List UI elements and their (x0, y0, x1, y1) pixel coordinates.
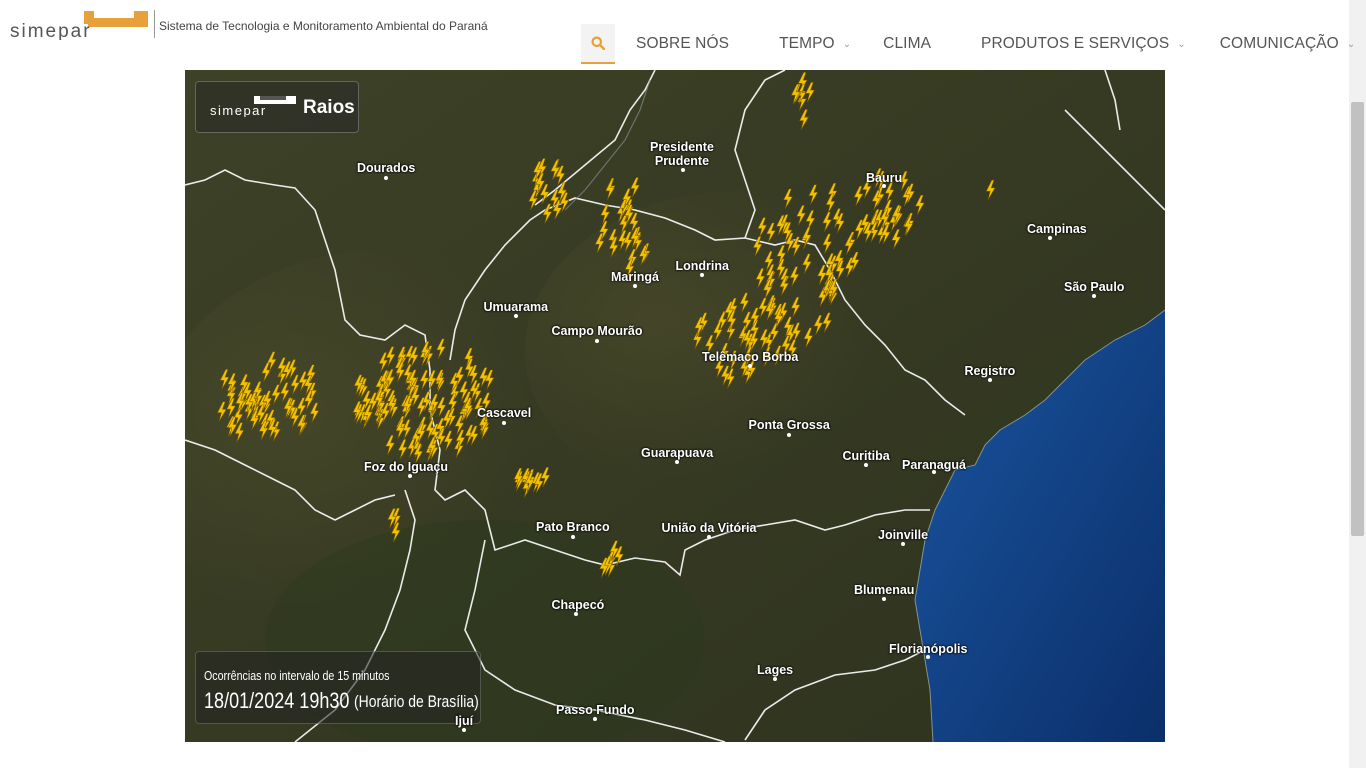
city-marker (988, 378, 992, 382)
city-marker (926, 655, 930, 659)
city-label: Florianópolis (889, 642, 968, 656)
nav-label: CLIMA (883, 35, 932, 52)
svg-text:simepar: simepar (10, 21, 92, 40)
chevron-down-icon: ⌄ (1177, 38, 1186, 50)
city-label: Telêmaco Borba (702, 350, 799, 364)
chevron-down-icon: ⌄ (842, 38, 852, 50)
city-marker (932, 470, 936, 474)
logo-divider (154, 10, 155, 38)
chevron-down-icon: ⌄ (1346, 38, 1356, 50)
city-marker (748, 364, 752, 368)
city-marker (1048, 236, 1052, 240)
city-label: Curitiba (842, 449, 890, 463)
city-label: Campo Mourão (551, 324, 643, 338)
city-label: Guarapuava (641, 446, 714, 460)
city-label: Dourados (357, 161, 416, 175)
city-label: Umuarama (483, 300, 549, 314)
city-label: Pato Branco (536, 520, 610, 534)
nav-tempo[interactable]: TEMPO ⌄ (779, 35, 851, 53)
simepar-badge-logo: simepar (210, 96, 296, 117)
city-label: União da Vitória (661, 521, 757, 535)
city-label: Passo Fundo (556, 703, 635, 717)
nav-sobre-nos[interactable]: SOBRE NÓS (636, 35, 729, 53)
city-marker (707, 535, 711, 539)
city-marker (595, 339, 599, 343)
city-label: Maringá (611, 270, 659, 284)
nav-label: COMUNICAÇÃO (1219, 35, 1339, 52)
city-marker (633, 284, 637, 288)
nav-label: PRODUTOS E SERVIÇOS (981, 35, 1170, 52)
badge-title: Raios (303, 97, 355, 118)
nav-label: SOBRE NÓS (636, 35, 730, 52)
simepar-logo[interactable]: simepar (10, 10, 150, 40)
nav-label: TEMPO (779, 35, 835, 52)
city-label: Joinville (878, 528, 929, 542)
raios-badge: simepar Raios (195, 81, 359, 133)
city-marker (462, 728, 466, 732)
city-label: São Paulo (1064, 280, 1125, 294)
city-label: Bauru (866, 171, 903, 185)
caption-timezone: (Horário de Brasília) (354, 692, 479, 711)
city-label: Foz do Iguaçu (364, 460, 449, 474)
city-label: Ijuí (455, 714, 474, 728)
city-marker (882, 597, 886, 601)
city-marker (901, 542, 905, 546)
site-header: simepar Sistema de Tecnologia e Monitora… (0, 0, 1355, 70)
search-button[interactable] (581, 24, 615, 64)
svg-text:simepar: simepar (210, 103, 267, 117)
city-marker (681, 168, 685, 172)
city-label: Ponta Grossa (748, 418, 830, 432)
city-marker (882, 184, 886, 188)
city-marker (384, 176, 388, 180)
city-marker (574, 612, 578, 616)
city-marker (593, 717, 597, 721)
city-marker (787, 433, 791, 437)
search-icon (591, 36, 605, 50)
city-marker (571, 535, 575, 539)
nav-comunicacao[interactable]: COMUNICAÇÃO ⌄ (1220, 35, 1356, 53)
city-marker (1092, 294, 1096, 298)
map-canvas (185, 70, 1165, 742)
city-marker (502, 421, 506, 425)
city-marker (514, 314, 518, 318)
scrollbar-thumb[interactable] (1351, 102, 1364, 536)
caption-datetime: 18/01/2024 19h30 (204, 688, 350, 713)
main-nav: SOBRE NÓS TEMPO ⌄ CLIMA PRODUTOS E SERVI… (581, 24, 1355, 64)
city-label: Registro (964, 364, 1016, 378)
lightning-map (185, 70, 1165, 742)
city-marker (773, 677, 777, 681)
time-caption: Ocorrências no intervalo de 15 minutos 1… (195, 651, 481, 724)
city-label: Londrina (675, 259, 729, 273)
interval-label: Ocorrências no intervalo de 15 minutos (204, 668, 390, 683)
city-label: Presidente Prudente (650, 140, 714, 168)
city-marker (864, 463, 868, 467)
city-marker (700, 273, 704, 277)
site-tagline: Sistema de Tecnologia e Monitoramento Am… (159, 19, 488, 33)
city-label: Lages (757, 663, 794, 677)
city-marker (408, 474, 412, 478)
nav-clima[interactable]: CLIMA (883, 35, 931, 53)
city-label: Campinas (1027, 222, 1087, 236)
city-label: Cascavel (477, 406, 532, 420)
city-label: Blumenau (854, 583, 915, 597)
city-label: Chapecó (551, 598, 605, 612)
city-marker (675, 460, 679, 464)
nav-produtos-servicos[interactable]: PRODUTOS E SERVIÇOS ⌄ (981, 35, 1186, 53)
